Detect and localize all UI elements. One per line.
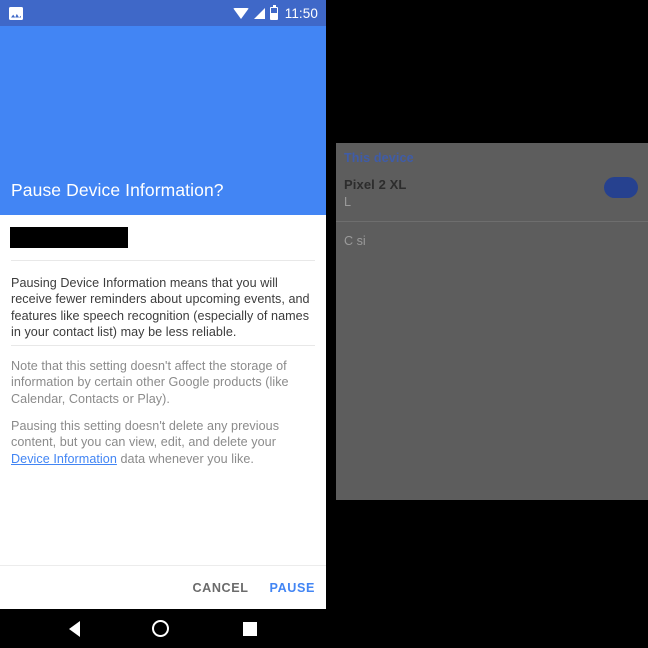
cell-signal-icon — [253, 7, 265, 19]
wifi-icon — [232, 7, 249, 19]
divider-middle — [11, 345, 315, 346]
page-title: Pause Device Information? — [11, 180, 224, 200]
android-navigation-bar — [0, 609, 326, 648]
home-circle-icon[interactable] — [152, 620, 169, 637]
paragraph-note: Note that this setting doesn't affect th… — [11, 359, 289, 406]
device-name-label: Pixel 2 XL — [344, 177, 407, 192]
device-subtitle-label: L — [344, 195, 352, 209]
status-bar: 11:50 — [0, 0, 326, 26]
status-bar-notifications — [9, 6, 23, 20]
location-history-toggle[interactable] — [604, 177, 638, 198]
dialog-header-banner: Pause Device Information? — [0, 26, 326, 215]
status-bar-clock: 11:50 — [284, 5, 318, 21]
dimmed-settings-screen: This device Pixel 2 XL L C si — [336, 143, 648, 500]
left-phone-screenshot: 11:50 Pause Device Information? Pausing … — [0, 0, 326, 648]
redacted-account-field — [10, 227, 128, 248]
divider-top — [11, 260, 315, 261]
device-information-link[interactable]: Device Information — [11, 452, 117, 466]
cancel-button[interactable]: CANCEL — [192, 581, 248, 595]
settings-body-text-fragment: C si — [344, 234, 366, 248]
paragraph-delete: Pausing this setting doesn't delete any … — [11, 418, 315, 467]
right-phone-screenshot: This device Pixel 2 XL L C si Pause Loca… — [336, 0, 648, 648]
dialog-body: Pausing Device Information means that yo… — [0, 215, 326, 565]
recents-square-icon[interactable] — [243, 621, 257, 636]
paragraph-delete-prefix: Pausing this setting doesn't delete any … — [11, 419, 280, 450]
section-header-this-device: This device — [344, 151, 414, 165]
pause-button[interactable]: PAUSE — [270, 581, 315, 595]
status-bar-system-icons: 11:50 — [232, 4, 318, 21]
paragraph-main: Pausing Device Information means that yo… — [11, 276, 310, 340]
settings-divider — [336, 221, 648, 222]
screenshot-icon — [9, 6, 23, 20]
dialog-action-bar: CANCEL PAUSE — [0, 565, 326, 609]
paragraph-delete-suffix: data whenever you like. — [116, 451, 254, 466]
back-triangle-icon[interactable] — [69, 620, 80, 637]
battery-icon — [269, 4, 278, 20]
